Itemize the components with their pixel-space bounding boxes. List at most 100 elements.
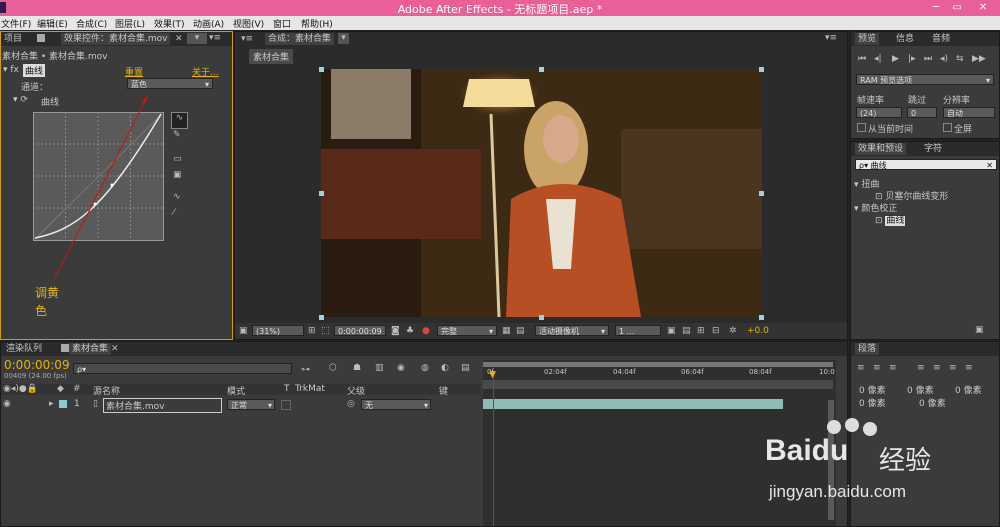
- play-icon[interactable]: ▶: [892, 54, 899, 64]
- effects-search-input[interactable]: ρ▾ 曲线 ✕: [855, 159, 997, 170]
- space-after-field[interactable]: 0 像素: [919, 396, 946, 409]
- current-time-indicator[interactable]: [493, 370, 494, 526]
- col-parent[interactable]: 父级: [347, 384, 365, 397]
- frame-handle[interactable]: [319, 315, 324, 320]
- next-frame-icon[interactable]: |▸: [908, 54, 916, 64]
- frame-handle[interactable]: [539, 67, 544, 72]
- hide-shy-layers-icon[interactable]: ☗: [353, 363, 361, 373]
- ram-preview-icon[interactable]: ▶▶: [972, 54, 986, 64]
- 3d-view-icon[interactable]: ▤: [516, 326, 525, 336]
- layer-name[interactable]: 素材合集.mov: [103, 398, 222, 413]
- parent-select[interactable]: 无 ▾: [361, 399, 431, 410]
- comp-dropdown-chevron-icon[interactable]: ▾: [338, 33, 349, 44]
- menu-window[interactable]: 窗口: [273, 17, 291, 30]
- graph-editor-icon[interactable]: ▤: [461, 363, 470, 373]
- playhead-icon[interactable]: ▼: [489, 370, 496, 380]
- brainstorm-icon[interactable]: ◍: [421, 363, 429, 373]
- col-trkmat[interactable]: TrkMat: [295, 384, 325, 394]
- menu-view[interactable]: 视图(V): [233, 17, 264, 30]
- flowchart-icon[interactable]: ⊟: [712, 326, 720, 336]
- col-mode[interactable]: 模式: [227, 384, 245, 397]
- audio-icon[interactable]: ◂): [940, 54, 948, 64]
- justify-right-icon[interactable]: ≡: [949, 363, 957, 373]
- menu-animation[interactable]: 动画(A): [193, 17, 224, 30]
- work-area-bar[interactable]: [483, 362, 833, 367]
- maximize-button[interactable]: ▭: [948, 1, 966, 14]
- preserve-transparency-checkbox[interactable]: [281, 400, 291, 410]
- transparency-grid-icon[interactable]: ▦: [502, 326, 511, 336]
- timeline-icon[interactable]: ⊞: [697, 326, 705, 336]
- menu-layer[interactable]: 图层(L): [115, 17, 145, 30]
- fast-preview-icon[interactable]: ▤: [682, 326, 691, 336]
- tab-info[interactable]: 信息: [893, 33, 917, 45]
- motion-blur-icon[interactable]: ◉: [397, 363, 405, 373]
- layer-mode-select[interactable]: 正常 ▾: [227, 399, 275, 410]
- frame-handle[interactable]: [759, 67, 764, 72]
- frame-handle[interactable]: [539, 315, 544, 320]
- justify-all-icon[interactable]: ≡: [965, 363, 973, 373]
- tab-timeline-comp[interactable]: 素材合集: [69, 343, 112, 355]
- always-preview-icon[interactable]: ▣: [239, 326, 248, 336]
- frame-handle[interactable]: [759, 315, 764, 320]
- draft-3d-icon[interactable]: ⬡: [329, 363, 337, 373]
- expand-layer-icon[interactable]: ▸: [49, 399, 54, 409]
- loop-icon[interactable]: ⇆: [956, 54, 964, 64]
- indent-first-field[interactable]: 0 像素: [955, 383, 982, 396]
- resolution-icon[interactable]: ⊞: [308, 326, 316, 336]
- panel-options-icon[interactable]: ▾≡: [825, 33, 837, 43]
- menu-edit[interactable]: 编辑(E): [37, 17, 68, 30]
- from-current-checkbox[interactable]: [857, 123, 866, 132]
- frame-handle[interactable]: [759, 191, 764, 196]
- justify-center-icon[interactable]: ≡: [933, 363, 941, 373]
- auto-keyframe-icon[interactable]: ◐: [441, 363, 449, 373]
- close-button[interactable]: ✕: [969, 1, 997, 14]
- tab-render-queue[interactable]: 渲染队列: [3, 343, 45, 355]
- last-frame-icon[interactable]: ⏭: [924, 54, 932, 64]
- first-frame-icon[interactable]: ⏮: [858, 54, 866, 64]
- show-snapshot-icon[interactable]: ♣: [406, 326, 414, 336]
- frame-handle[interactable]: [319, 67, 324, 72]
- clear-search-icon[interactable]: ✕: [986, 160, 993, 171]
- pick-whip-icon[interactable]: ◎: [347, 399, 355, 409]
- layer-label-color[interactable]: [59, 400, 67, 408]
- align-right-icon[interactable]: ≡: [889, 363, 897, 373]
- skip-select[interactable]: 0: [907, 107, 937, 118]
- indent-left-field[interactable]: 0 像素: [859, 383, 886, 396]
- previous-frame-icon[interactable]: ◂|: [874, 54, 882, 64]
- camera-select[interactable]: 活动摄像机 ▾: [535, 325, 609, 336]
- justify-left-icon[interactable]: ≡: [917, 363, 925, 373]
- resolution-select[interactable]: 自动: [943, 107, 995, 118]
- comp-sub-tab[interactable]: 素材合集: [249, 49, 294, 64]
- color-channel-icon[interactable]: ●: [422, 326, 430, 336]
- menu-effect[interactable]: 效果(T): [154, 17, 185, 30]
- tab-audio[interactable]: 音频: [929, 33, 953, 45]
- new-folder-icon[interactable]: ▣: [975, 325, 984, 335]
- view-layout-select[interactable]: 1 ...: [615, 325, 661, 336]
- space-before-field[interactable]: 0 像素: [859, 396, 886, 409]
- tab-character[interactable]: 字符: [921, 143, 945, 155]
- snapshot-icon[interactable]: ◙: [391, 326, 400, 336]
- zoom-select[interactable]: (31%): [252, 325, 304, 336]
- table-row[interactable]: ◉ ▸ 1 ▯ 素材合集.mov 正常 ▾ ◎ 无 ▾: [1, 397, 481, 413]
- frame-handle[interactable]: [319, 191, 324, 196]
- time-navigator[interactable]: [483, 380, 833, 389]
- fps-select[interactable]: (24): [856, 107, 902, 118]
- exposure-reset-icon[interactable]: ✲: [729, 326, 737, 336]
- comp-mini-flowchart-icon[interactable]: ⊶: [301, 365, 310, 375]
- layer-search-input[interactable]: ρ▾: [73, 363, 292, 374]
- region-of-interest-icon[interactable]: ⬚: [321, 326, 330, 336]
- quality-select[interactable]: 完整 ▾: [437, 325, 497, 336]
- menu-composition[interactable]: 合成(C): [76, 17, 107, 30]
- indent-right-field[interactable]: 0 像素: [907, 383, 934, 396]
- tab-preview[interactable]: 预览: [855, 33, 880, 45]
- close-tab-icon[interactable]: ✕: [111, 344, 119, 354]
- minimize-button[interactable]: ─: [927, 1, 945, 14]
- panel-menu-icon[interactable]: ▾≡: [241, 34, 253, 44]
- viewer-timecode[interactable]: 0:00:00:09: [334, 325, 386, 336]
- visibility-icon[interactable]: ◉: [3, 399, 11, 409]
- tab-composition[interactable]: 合成：素材合集: [265, 33, 335, 45]
- col-source-name[interactable]: 源名称: [93, 384, 120, 397]
- tab-paragraph[interactable]: 段落: [855, 343, 880, 355]
- toggle-pixel-aspect-icon[interactable]: ▣: [667, 326, 676, 336]
- timeline-timecode[interactable]: 0:00:00:09: [4, 358, 70, 372]
